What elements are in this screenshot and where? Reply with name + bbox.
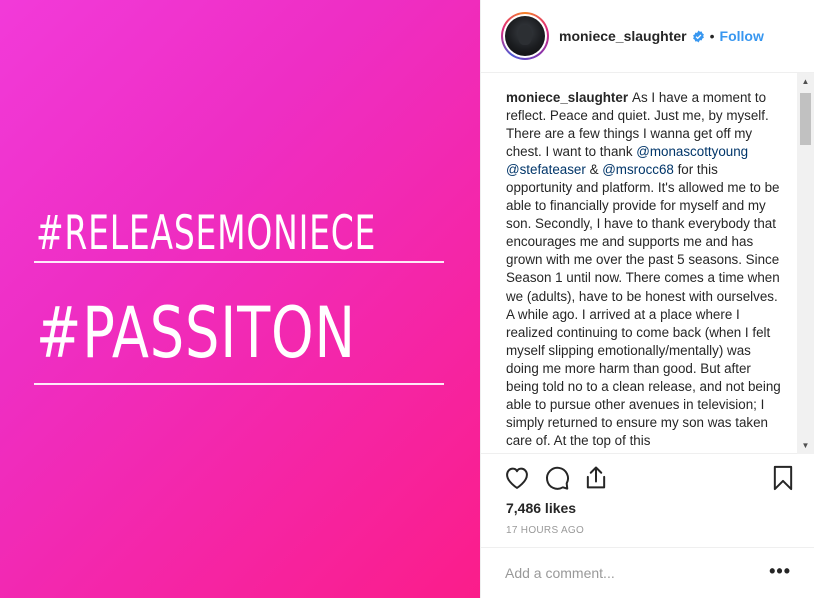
caption-scroll-area[interactable]: moniece_slaughter As I have a moment to r…	[481, 73, 814, 454]
scrollbar-thumb[interactable]	[800, 93, 811, 145]
hashtag-underline	[34, 383, 444, 385]
scroll-up-arrow-icon[interactable]: ▲	[797, 73, 814, 90]
post-header: moniece_slaughter • Follow	[481, 0, 814, 73]
comment-icon[interactable]	[543, 464, 571, 492]
post-image[interactable]: #RELEASEMONIECE #PASSITON	[0, 0, 480, 598]
heart-icon[interactable]	[503, 464, 531, 492]
username-link[interactable]: moniece_slaughter	[559, 28, 687, 44]
hashtag-release-moniece: #RELEASEMONIECE	[36, 206, 377, 261]
caption-text: moniece_slaughter As I have a moment to r…	[506, 90, 781, 448]
post-timestamp[interactable]: 17 HOURS AGO	[506, 525, 584, 536]
separator-dot: •	[709, 28, 715, 44]
action-bar	[481, 458, 814, 498]
comment-input[interactable]	[505, 565, 755, 581]
comment-bar: •••	[481, 547, 814, 598]
likes-count[interactable]: 7,486 likes	[506, 500, 576, 516]
caption-username[interactable]: moniece_slaughter	[506, 90, 628, 105]
caption-scrollbar[interactable]: ▲ ▼	[797, 73, 814, 454]
follow-button[interactable]: Follow	[720, 28, 764, 44]
hashtag-underline	[34, 261, 444, 263]
verified-badge-icon	[692, 30, 704, 42]
scroll-down-arrow-icon[interactable]: ▼	[797, 437, 814, 454]
more-options-icon[interactable]: •••	[769, 561, 791, 582]
hashtag-pass-it-on: #PASSITON	[36, 292, 356, 374]
avatar-image	[505, 16, 545, 56]
post-side-panel: moniece_slaughter • Follow moniece_slaug…	[480, 0, 814, 598]
share-icon[interactable]	[582, 464, 610, 492]
avatar[interactable]	[501, 12, 549, 60]
bookmark-icon[interactable]	[769, 464, 797, 492]
mention-link[interactable]: @monascottyoung	[636, 144, 748, 159]
mention-link[interactable]: @msrocc68	[602, 162, 674, 177]
mention-link[interactable]: @stefateaser	[506, 162, 586, 177]
